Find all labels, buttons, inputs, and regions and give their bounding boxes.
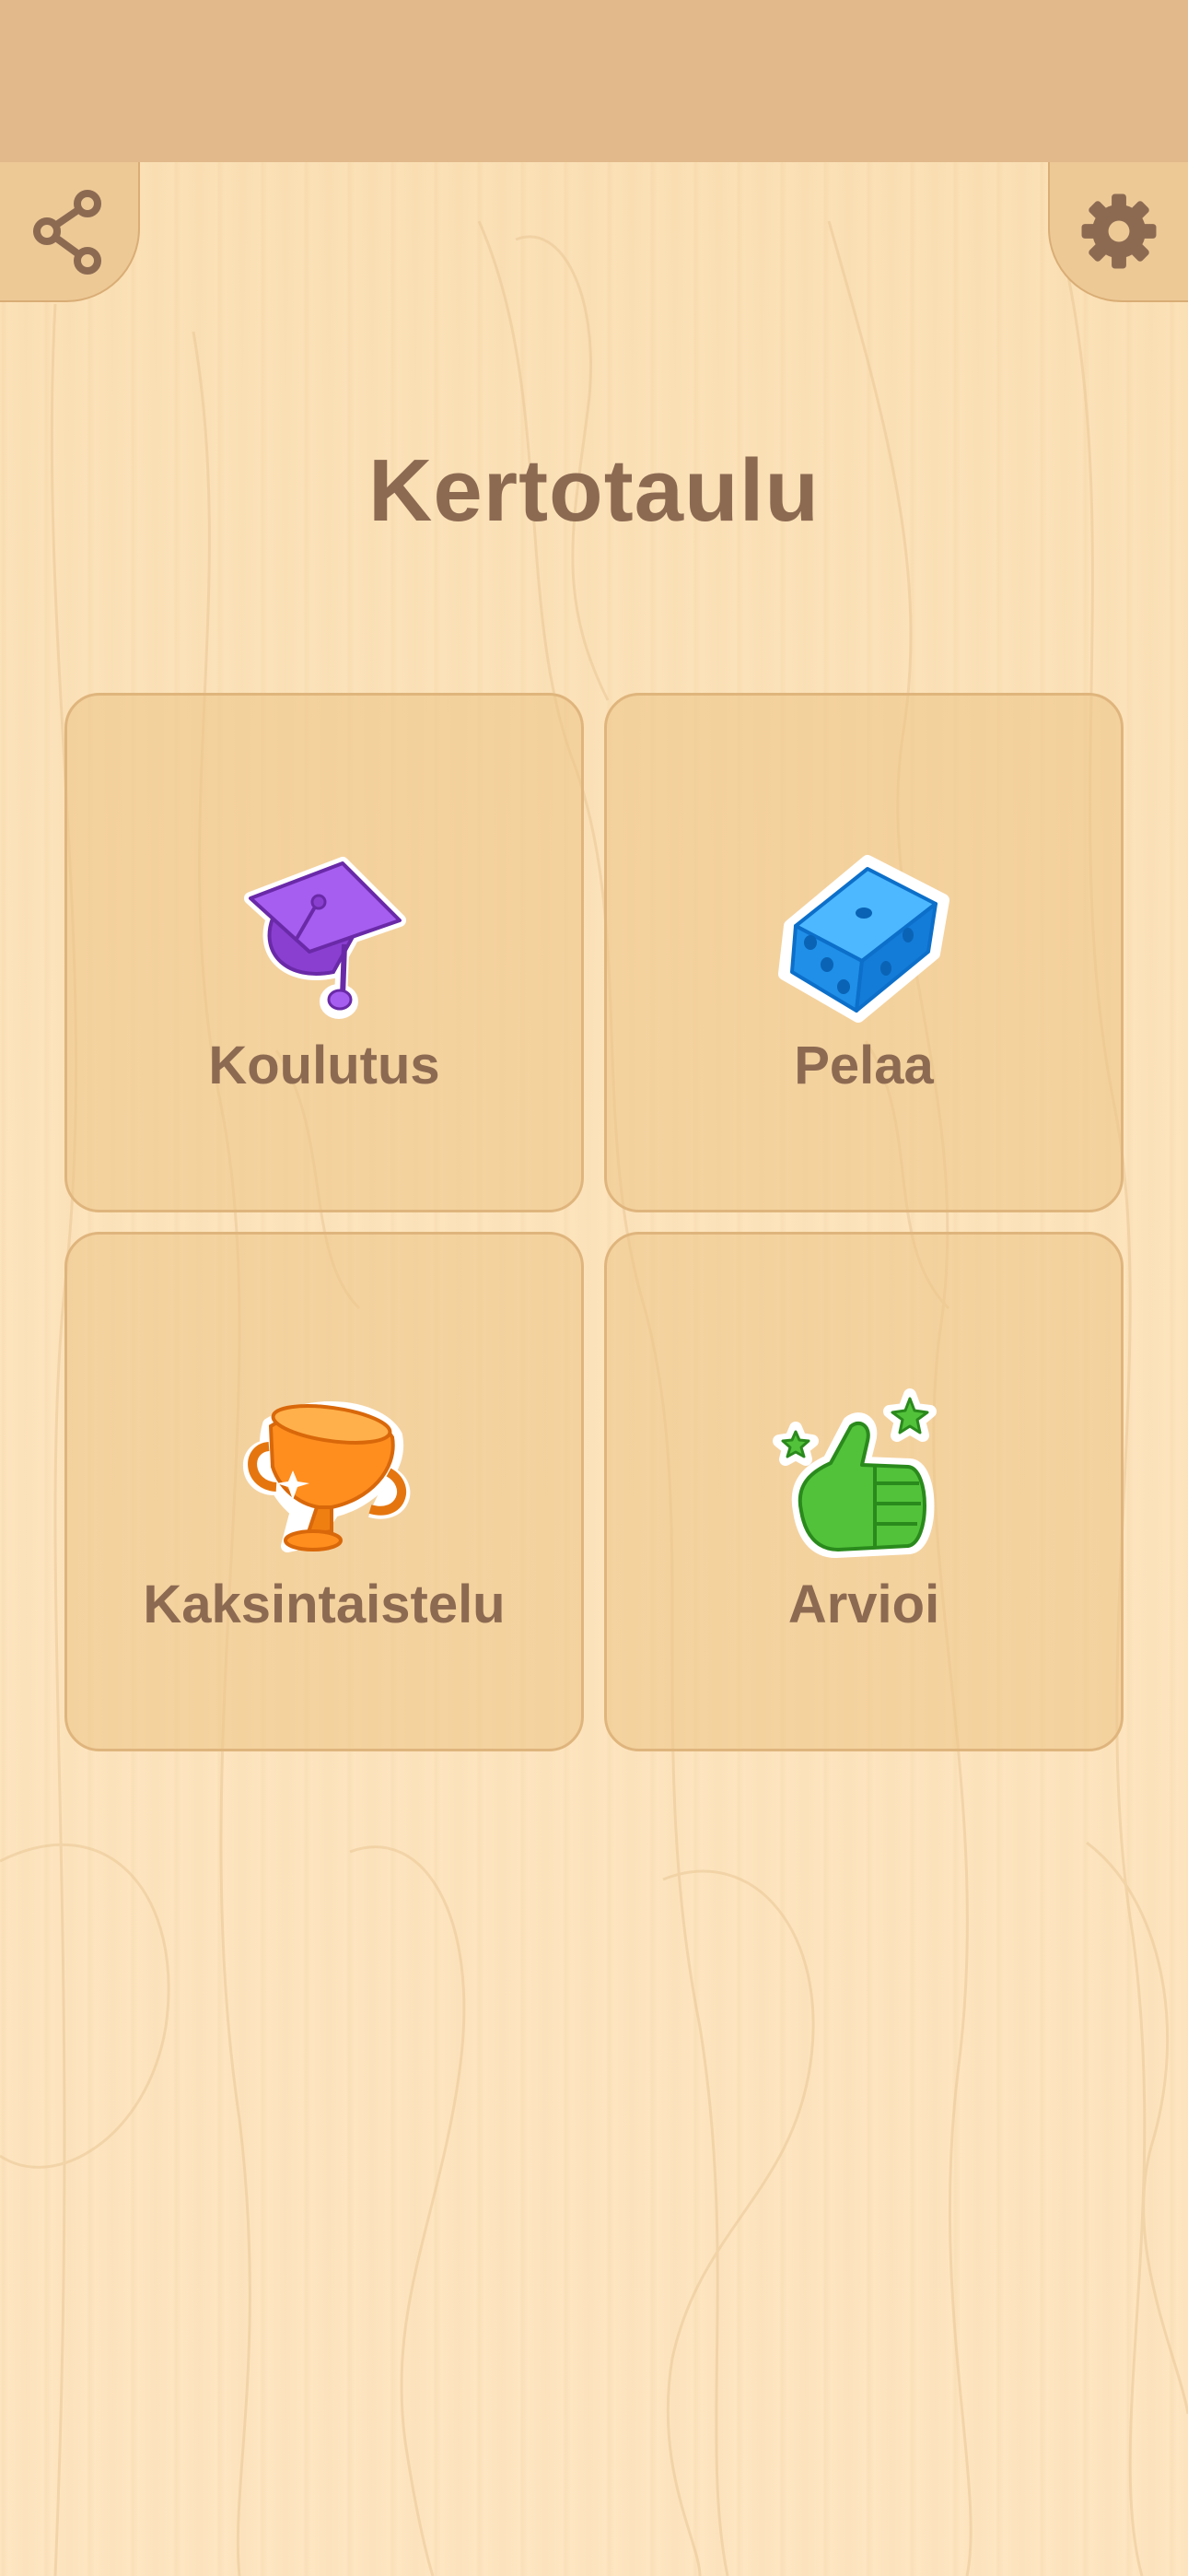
trophy-icon [242,1401,411,1552]
menu-tile-kaksintaistelu[interactable]: Kaksintaistelu [64,1232,584,1751]
menu-label-koulutus: Koulutus [208,1036,440,1095]
status-bar [0,0,1188,162]
gear-icon [1081,193,1157,269]
menu-label-arvioi: Arvioi [787,1575,940,1634]
menu-tile-pelaa[interactable]: Pelaa [604,693,1124,1212]
dice-icon [778,855,949,1023]
menu-tile-arvioi[interactable]: Arvioi [604,1232,1124,1751]
menu-label-kaksintaistelu: Kaksintaistelu [143,1575,506,1634]
graduation-cap-icon [244,857,406,1019]
page-title: Kertotaulu [368,441,820,540]
thumbs-up-icon [773,1388,937,1558]
menu-tile-koulutus[interactable]: Koulutus [64,693,584,1212]
menu-label-pelaa: Pelaa [794,1036,934,1095]
share-icon [33,190,101,275]
